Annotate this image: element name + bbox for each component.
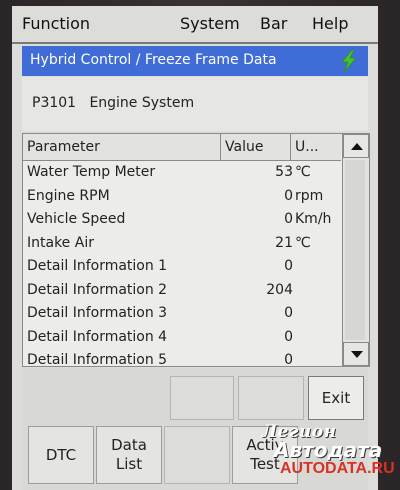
disabled-button-2 <box>238 376 304 420</box>
device-screen: Function System Bar Help Hybrid Control … <box>12 6 378 490</box>
table-row[interactable]: Detail Information 1 0 <box>23 255 341 279</box>
watermark-line3: AUTODATA.RU <box>280 460 395 477</box>
column-header-parameter[interactable]: Parameter <box>23 134 221 160</box>
table-row[interactable]: Intake Air 21 ℃ <box>23 232 341 256</box>
parameter-cell: Water Temp Meter <box>27 164 156 180</box>
table-header: Parameter Value U... <box>23 134 341 161</box>
table-row[interactable]: Vehicle Speed 0 Km/h <box>23 208 341 232</box>
watermark-line2: Автодата <box>274 438 383 462</box>
parameter-cell: Detail Information 5 <box>27 352 168 366</box>
table-row[interactable]: Water Temp Meter 53 ℃ <box>23 161 341 185</box>
exit-button[interactable]: Exit <box>308 376 364 420</box>
unit-cell: ℃ <box>295 164 311 180</box>
scroll-up-button[interactable] <box>343 134 369 158</box>
triangle-up-icon <box>351 143 363 150</box>
parameter-cell: Detail Information 3 <box>27 305 168 321</box>
disabled-button-1 <box>170 376 234 420</box>
value-cell: 0 <box>284 211 293 227</box>
watermark-logo: Легион Автодата AUTODATA.RU <box>262 420 400 490</box>
value-cell: 53 <box>275 164 293 180</box>
unit-cell: Km/h <box>295 211 332 227</box>
disabled-button-3 <box>164 426 230 484</box>
dtc-code-description: Engine System <box>89 95 195 111</box>
table-row[interactable]: Detail Information 2 204 <box>23 279 341 303</box>
parameter-cell: Engine RPM <box>27 187 110 204</box>
dtc-code-panel: P3101 Engine System <box>22 77 368 131</box>
menu-bar: Function System Bar Help <box>12 6 378 44</box>
value-cell: 204 <box>266 281 293 298</box>
window-title: Hybrid Control / Freeze Frame Data <box>30 52 277 68</box>
table-row[interactable]: Detail Information 3 0 <box>23 302 341 326</box>
value-cell: 0 <box>284 187 293 204</box>
table-body: Water Temp Meter 53 ℃ Engine RPM 0 rpm Vehicle… <box>23 161 341 366</box>
table-row[interactable]: Detail Information 5 0 <box>23 349 341 366</box>
menu-function[interactable]: Function <box>22 14 90 33</box>
menu-help[interactable]: Help <box>312 14 348 33</box>
value-cell: 0 <box>284 305 293 321</box>
value-cell: 21 <box>275 234 293 251</box>
vertical-scrollbar[interactable] <box>342 134 369 366</box>
dtc-code-label: P3101 Engine System <box>32 95 194 111</box>
table-row[interactable]: Engine RPM 0 rpm <box>23 185 341 209</box>
parameter-cell: Detail Information 1 <box>27 258 168 274</box>
dtc-button[interactable]: DTC <box>28 426 94 484</box>
triangle-down-icon <box>351 351 363 358</box>
table-row[interactable]: Detail Information 4 0 <box>23 326 341 350</box>
parameter-cell: Detail Information 2 <box>27 281 168 298</box>
unit-cell: rpm <box>295 187 324 204</box>
scroll-down-button[interactable] <box>343 342 369 366</box>
column-header-value[interactable]: Value <box>221 134 291 160</box>
column-header-unit[interactable]: U... <box>291 134 341 160</box>
value-cell: 0 <box>284 328 293 345</box>
parameter-cell: Vehicle Speed <box>27 211 126 227</box>
value-cell: 0 <box>284 258 293 274</box>
dtc-code-id: P3101 <box>32 95 77 111</box>
parameter-cell: Intake Air <box>27 234 94 251</box>
parameter-cell: Detail Information 4 <box>27 328 168 345</box>
lightning-bolt-icon <box>341 49 357 73</box>
data-list-label-line1: Data <box>111 436 147 454</box>
title-bar: Hybrid Control / Freeze Frame Data <box>22 46 368 76</box>
menu-system[interactable]: System <box>180 14 240 33</box>
scroll-track[interactable] <box>345 160 365 340</box>
data-list-label-line2: List <box>115 455 143 473</box>
menu-bar-item[interactable]: Bar <box>260 14 287 33</box>
freeze-frame-table: Parameter Value U... Water Temp Meter 53 ℃… <box>22 133 370 367</box>
unit-cell: ℃ <box>295 234 311 251</box>
data-list-button[interactable]: Data List <box>96 426 162 484</box>
value-cell: 0 <box>284 352 293 366</box>
